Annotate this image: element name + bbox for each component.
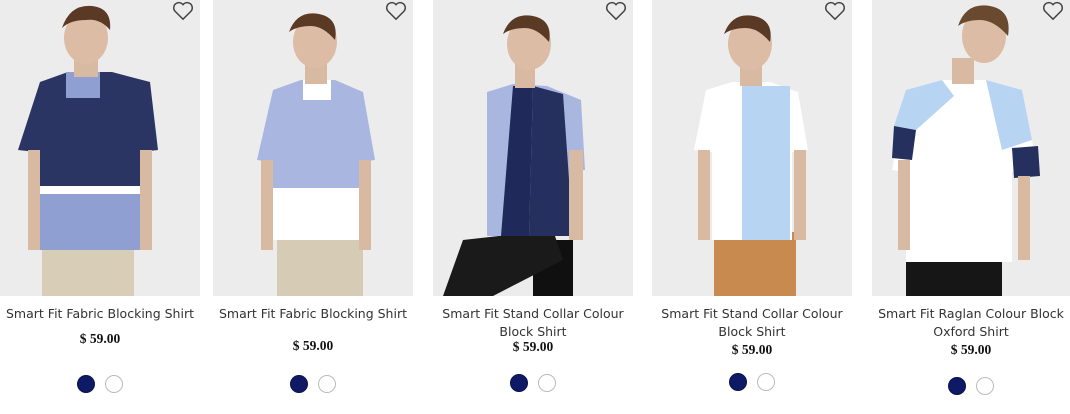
product-price: $ 59.00 [79, 331, 121, 346]
product-name[interactable]: Smart Fit Fabric Blocking Shirt [0, 305, 200, 323]
swatch-white[interactable] [976, 376, 994, 395]
swatch-navy[interactable] [948, 376, 966, 395]
product-image[interactable] [213, 0, 413, 296]
wishlist-heart-icon[interactable] [172, 1, 194, 21]
color-swatches [872, 375, 1070, 395]
swatch-navy[interactable] [290, 374, 308, 393]
product-grid: Smart Fit Fabric Blocking Shirt $ 59.00 [0, 0, 1070, 414]
swatch-navy[interactable] [510, 373, 528, 392]
color-swatches [433, 372, 633, 392]
wishlist-heart-icon[interactable] [824, 1, 846, 21]
product-name[interactable]: Smart Fit Stand Collar Colour Block Shir… [652, 305, 852, 341]
product-image[interactable] [433, 0, 633, 296]
swatch-white[interactable] [757, 372, 775, 391]
swatch-navy[interactable] [729, 372, 747, 391]
product-price: $ 59.00 [731, 342, 773, 357]
product-image[interactable] [0, 0, 200, 296]
product-name[interactable]: Smart Fit Fabric Blocking Shirt [213, 305, 413, 323]
color-swatches [652, 371, 852, 391]
product-name[interactable]: Smart Fit Stand Collar Colour Block Shir… [433, 305, 633, 341]
product-image[interactable] [872, 0, 1070, 296]
swatch-white[interactable] [105, 374, 123, 393]
swatch-white[interactable] [318, 374, 336, 393]
wishlist-heart-icon[interactable] [605, 1, 627, 21]
product-card[interactable]: Smart Fit Fabric Blocking Shirt $ 59.00 [213, 0, 413, 414]
swatch-white[interactable] [538, 373, 556, 392]
product-image[interactable] [652, 0, 852, 296]
product-card[interactable]: Smart Fit Raglan Colour Block Oxford Shi… [872, 0, 1070, 414]
swatch-navy[interactable] [77, 374, 95, 393]
color-swatches [0, 373, 200, 393]
product-name[interactable]: Smart Fit Raglan Colour Block Oxford Shi… [872, 305, 1070, 341]
product-price: $ 59.00 [512, 339, 554, 354]
wishlist-heart-icon[interactable] [385, 1, 407, 21]
color-swatches [213, 373, 413, 393]
product-price: $ 59.00 [950, 342, 992, 357]
product-price: $ 59.00 [292, 338, 334, 353]
product-card[interactable]: Smart Fit Stand Collar Colour Block Shir… [652, 0, 852, 414]
product-card[interactable]: Smart Fit Stand Collar Colour Block Shir… [433, 0, 633, 414]
product-card[interactable]: Smart Fit Fabric Blocking Shirt $ 59.00 [0, 0, 200, 414]
wishlist-heart-icon[interactable] [1042, 1, 1064, 21]
